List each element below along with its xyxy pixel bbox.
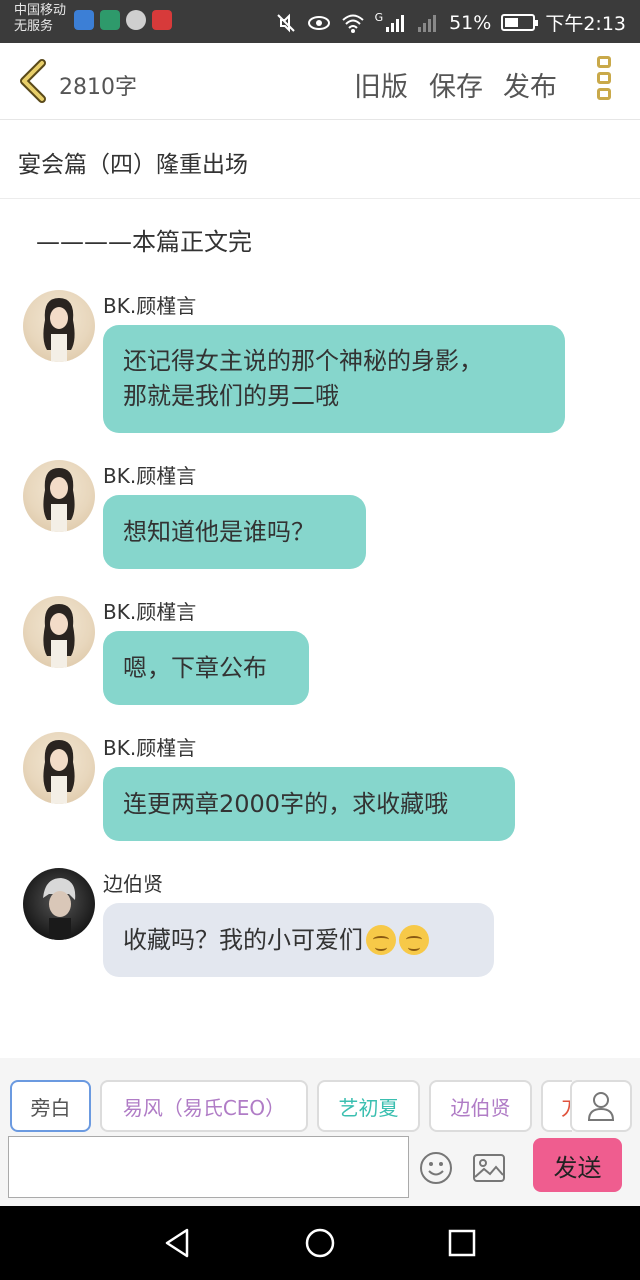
role-chip-yichuxia[interactable]: 艺初夏 [317,1080,420,1132]
message-bubble[interactable]: 想知道他是谁吗？ [103,495,366,569]
signal-no-service-icon [418,14,437,32]
notification-icons [74,10,172,30]
sender-name: BK.顾槿言 [103,600,197,624]
service-status: 无服务 [14,19,54,34]
girl-portrait-icon [43,604,75,668]
carrier-info: 中国移动 无服务 [14,3,66,35]
boy-portrait-icon [43,878,76,940]
message-bubble[interactable]: 还记得女主说的那个神秘的身影， 那就是我们的男二哦 [103,325,565,433]
menu-dot-icon [597,88,611,100]
status-indicators: G 51% 下午2:13 [275,9,626,36]
signal-icon [386,14,405,32]
battery-icon [501,14,539,31]
composer-panel: 旁白 易风（易氏CEO） 艺初夏 边伯贤 刀 发送 [0,1058,640,1206]
role-selector: 旁白 易风（易氏CEO） 艺初夏 边伯贤 刀 [0,1080,572,1132]
kiss-emoji-icon [399,925,429,955]
send-button[interactable]: 发送 [533,1138,622,1192]
publish-button[interactable]: 发布 [503,65,557,104]
mute-icon [276,13,295,32]
message-text: 嗯，下章公布 [123,653,267,682]
message-input[interactable] [8,1136,409,1198]
role-label: 边伯贤 [450,1095,511,1120]
role-label: 艺初夏 [338,1095,399,1120]
smiley-icon [420,1152,452,1184]
avatar[interactable] [23,868,95,940]
role-label: 旁白 [30,1095,71,1120]
avatar[interactable] [23,460,95,532]
wifi-icon [341,14,364,33]
clock: 下午2:13 [545,13,626,35]
message-text: 连更两章2000字的，求收藏哦 [123,789,449,818]
wechat-icon [126,10,146,30]
circle-home-icon [305,1228,335,1258]
nav-recents-button[interactable] [445,1226,479,1260]
avatar[interactable] [23,732,95,804]
girl-portrait-icon [43,740,75,804]
image-icon [473,1154,505,1182]
nav-home-button[interactable] [303,1226,337,1260]
nav-back-button[interactable] [160,1226,194,1260]
narration-text[interactable]: ————本篇正文完 [36,222,252,257]
carrier-name: 中国移动 [14,3,67,18]
message-text: 那就是我们的男二哦 [123,382,339,410]
smirk-emoji-icon [366,925,396,955]
square-recents-icon [448,1229,476,1257]
role-label: 易风（易氏CEO） [122,1095,286,1120]
sender-name: BK.顾槿言 [103,464,197,488]
role-chip-bianboxian[interactable]: 边伯贤 [429,1080,532,1132]
role-chip-narrator[interactable]: 旁白 [10,1080,91,1132]
sender-name: 边伯贤 [103,872,163,896]
role-chip-yifeng[interactable]: 易风（易氏CEO） [100,1080,308,1132]
message-bubble[interactable]: 连更两章2000字的，求收藏哦 [103,767,515,841]
system-nav-bar [0,1206,640,1280]
back-button[interactable] [14,57,54,105]
editor-header: 2810字 旧版 保存 发布 [0,43,640,120]
eye-icon [307,15,330,30]
girl-portrait-icon [43,298,75,362]
network-type: G [374,11,384,24]
message-bubble[interactable]: 收藏吗？我的小可爱们 [103,903,494,977]
sender-name: BK.顾槿言 [103,294,197,318]
lock-app-icon [100,10,120,30]
triangle-back-icon [165,1228,189,1258]
sender-name: BK.顾槿言 [103,736,197,760]
avatar[interactable] [23,290,95,362]
avatar[interactable] [23,596,95,668]
add-role-button[interactable] [570,1080,632,1132]
chevron-left-icon [20,59,46,103]
menu-dot-icon [597,72,611,84]
old-version-button[interactable]: 旧版 [354,65,408,104]
role-chip-partial[interactable]: 刀 [541,1080,572,1132]
message-bubble[interactable]: 嗯，下章公布 [103,631,309,705]
shield-app-icon [74,10,94,30]
message-text: 还记得女主说的那个神秘的身影， [123,347,483,375]
status-bar: 中国移动 无服务 G 51% 下午2:13 [0,0,640,43]
emoji-button[interactable] [418,1150,454,1186]
message-text: 收藏吗？我的小可爱们 [123,925,363,954]
battery-percent: 51% [449,11,492,34]
image-button[interactable] [471,1150,507,1186]
save-button[interactable]: 保存 [429,65,483,104]
chapter-title-bar[interactable]: 宴会篇（四）隆重出场 [0,121,640,199]
more-menu-button[interactable] [590,56,618,108]
person-icon [587,1092,615,1121]
menu-dot-icon [597,56,611,68]
message-text: 想知道他是谁吗？ [123,517,315,546]
girl-portrait-icon [43,468,75,532]
huawei-icon [152,10,172,30]
word-count: 2810字 [59,75,137,100]
chapter-title: 宴会篇（四）隆重出场 [18,152,248,178]
